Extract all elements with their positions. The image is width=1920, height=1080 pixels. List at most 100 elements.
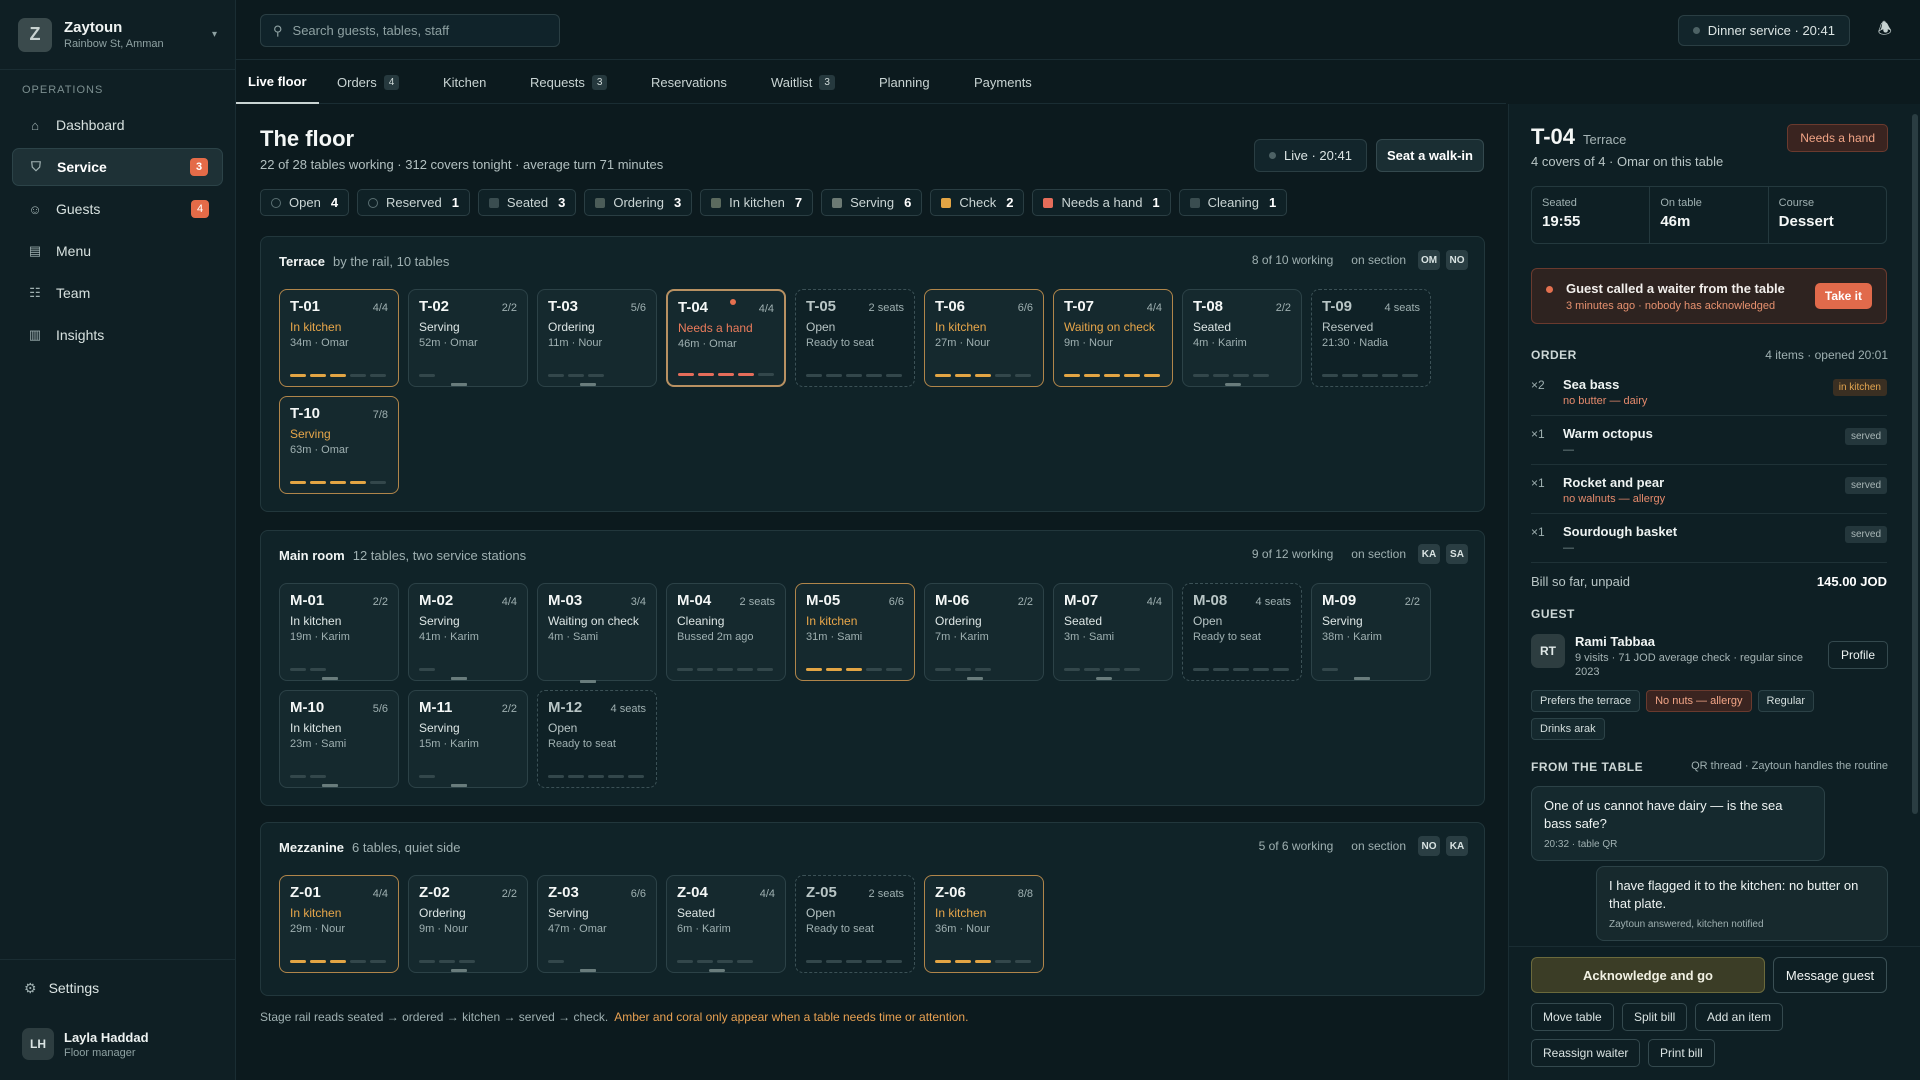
acknowledge-button[interactable]: Acknowledge and go (1531, 957, 1765, 993)
bell-icon[interactable]: 🕭 (1878, 18, 1892, 45)
sidebar-item-service[interactable]: ⛉ Service 3 (12, 148, 223, 186)
tab-label: Waitlist (771, 74, 813, 90)
filter-in-kitchen[interactable]: In kitchen 7 (700, 189, 814, 216)
table-status: Ordering (419, 906, 466, 920)
order-item[interactable]: ×1 Rocket and pear no walnuts — allergy ser… (1531, 466, 1887, 514)
filter-reserved[interactable]: Reserved 1 (357, 189, 470, 216)
waiter-initials[interactable]: KA (1418, 544, 1440, 564)
table-card-z-02[interactable]: Z-02 2/2 Ordering 9m · Nour (408, 875, 528, 973)
tab-planning[interactable]: Planning (867, 60, 942, 104)
table-meta: 7m · Karim (935, 631, 989, 643)
take-it-button[interactable]: Take it (1814, 283, 1872, 309)
waiter-initials[interactable]: OM (1418, 250, 1440, 270)
table-card-m-06[interactable]: M-06 2/2 Ordering 7m · Karim (924, 583, 1044, 681)
table-card-t-04[interactable]: T-04 4/4 Needs a hand 46m · Omar (666, 289, 786, 387)
order-item[interactable]: ×1 Sourdough basket — served (1531, 515, 1887, 563)
table-card-t-01[interactable]: T-01 4/4 In kitchen 34m · Omar (279, 289, 399, 387)
stage-segment (826, 668, 842, 671)
stage-segment (310, 481, 326, 484)
split-bill-button[interactable]: Split bill (1622, 1003, 1688, 1031)
waiter-initials[interactable]: NO (1446, 250, 1468, 270)
section-heading: Terrace by the rail, 10 tables (279, 254, 449, 269)
table-card-t-10[interactable]: T-10 7/8 Serving 63m · Omar (279, 396, 399, 494)
waiter-initials[interactable]: NO (1418, 836, 1440, 856)
stage-segment (1402, 374, 1418, 377)
stage-rail (290, 481, 386, 484)
table-card-m-04[interactable]: M-04 2 seats Cleaning Bussed 2m ago (666, 583, 786, 681)
move-table-button[interactable]: Move table (1531, 1003, 1614, 1031)
venue-switcher[interactable]: Z Zaytoun Rainbow St, Amman ▾ (0, 0, 235, 70)
filter-serving[interactable]: Serving 6 (821, 189, 923, 216)
table-card-z-06[interactable]: Z-06 8/8 In kitchen 36m · Nour (924, 875, 1044, 973)
table-card-t-06[interactable]: T-06 6/6 In kitchen 27m · Nour (924, 289, 1044, 387)
table-card-t-09[interactable]: T-09 4 seats Reserved 21:30 · Nadia (1311, 289, 1431, 387)
table-card-t-07[interactable]: T-07 4/4 Waiting on check 9m · Nour (1053, 289, 1173, 387)
table-card-m-09[interactable]: M-09 2/2 Serving 38m · Karim (1311, 583, 1431, 681)
panel-table-code: T-04 Terrace (1531, 124, 1626, 150)
chart-icon: ▥ (28, 327, 42, 342)
table-card-t-05[interactable]: T-05 2 seats Open Ready to seat (795, 289, 915, 387)
sidebar-item-dashboard[interactable]: ⌂ Dashboard (12, 106, 223, 144)
item-status-badge: served (1844, 526, 1887, 543)
table-card-m-05[interactable]: M-05 6/6 In kitchen 31m · Sami (795, 583, 915, 681)
table-card-t-03[interactable]: T-03 5/6 Ordering 11m · Nour (537, 289, 657, 387)
table-card-z-01[interactable]: Z-01 4/4 In kitchen 29m · Nour (279, 875, 399, 973)
table-card-m-02[interactable]: M-02 4/4 Serving 41m · Karim (408, 583, 528, 681)
stage-segment (1084, 668, 1100, 671)
seat-walk-in-button[interactable]: Seat a walk-in (1376, 139, 1484, 172)
order-item[interactable]: ×2 Sea bass no butter — dairy in kitchen (1531, 368, 1887, 416)
table-card-z-04[interactable]: Z-04 4/4 Seated 6m · Karim (666, 875, 786, 973)
table-status: Open (806, 320, 836, 334)
filter-open[interactable]: Open 4 (260, 189, 350, 216)
tab-requests[interactable]: Requests 3 (518, 60, 619, 104)
settings-label: Settings (48, 980, 100, 996)
filter-needs-a-hand[interactable]: Needs a hand 1 (1032, 189, 1171, 216)
print-bill-button[interactable]: Print bill (1648, 1039, 1715, 1067)
settings-link[interactable]: ⚙ Settings (0, 960, 236, 1016)
sidebar-item-menu[interactable]: ▤ Menu (12, 232, 223, 270)
waiter-initials[interactable]: SA (1446, 544, 1468, 564)
search-input[interactable]: ⚲ Search guests, tables, staff (260, 14, 560, 47)
add-an-item-button[interactable]: Add an item (1695, 1003, 1784, 1031)
table-card-m-12[interactable]: M-12 4 seats Open Ready to seat (537, 690, 657, 788)
sidebar-item-guests[interactable]: ☺ Guests 4 (12, 190, 223, 228)
message-guest-button[interactable]: Message guest (1773, 957, 1887, 993)
stage-segment (310, 775, 326, 778)
table-card-m-08[interactable]: M-08 4 seats Open Ready to seat (1182, 583, 1302, 681)
filter-label: Seated (506, 195, 549, 210)
service-status[interactable]: Dinner service · 20:41 (1677, 15, 1850, 46)
filter-check[interactable]: Check 2 (930, 189, 1025, 216)
sidebar-item-team[interactable]: ☷ Team (12, 274, 223, 312)
sidebar-item-insights[interactable]: ▥ Insights (12, 316, 223, 354)
status-swatch (595, 197, 606, 208)
table-card-m-11[interactable]: M-11 2/2 Serving 15m · Karim (408, 690, 528, 788)
from-table-meta: QR thread · Zaytoun handles the routine (1691, 760, 1888, 772)
table-card-m-07[interactable]: M-07 4/4 Seated 3m · Sami (1053, 583, 1173, 681)
table-card-m-01[interactable]: M-01 2/2 In kitchen 19m · Karim (279, 583, 399, 681)
waiter-initials[interactable]: KA (1446, 836, 1468, 856)
profile-button[interactable]: Profile (1827, 641, 1888, 669)
filter-cleaning[interactable]: Cleaning 1 (1178, 189, 1288, 216)
tab-kitchen[interactable]: Kitchen (431, 60, 498, 104)
tab-payments[interactable]: Payments (962, 60, 1044, 104)
table-card-z-05[interactable]: Z-05 2 seats Open Ready to seat (795, 875, 915, 973)
current-user[interactable]: LH Layla Haddad Floor manager (0, 1016, 236, 1080)
order-item[interactable]: ×1 Warm octopus — served (1531, 417, 1887, 465)
filter-ordering[interactable]: Ordering 3 (584, 189, 693, 216)
stage-segment (678, 373, 694, 376)
tab-orders[interactable]: Orders 4 (325, 60, 411, 104)
stage-segment (310, 374, 326, 377)
tab-waitlist[interactable]: Waitlist 3 (759, 60, 847, 104)
reassign-waiter-button[interactable]: Reassign waiter (1531, 1039, 1641, 1067)
table-card-t-02[interactable]: T-02 2/2 Serving 52m · Omar (408, 289, 528, 387)
filter-seated[interactable]: Seated 3 (477, 189, 577, 216)
tab-reservations[interactable]: Reservations (639, 60, 739, 104)
table-card-m-03[interactable]: M-03 3/4 Waiting on check 4m · Sami (537, 583, 657, 683)
sidebar-item-label: Insights (56, 327, 105, 343)
table-capacity: 4/4 (501, 596, 517, 608)
tab-live-floor[interactable]: Live floor (236, 60, 319, 104)
table-card-t-08[interactable]: T-08 2/2 Seated 4m · Karim (1182, 289, 1302, 387)
table-card-z-03[interactable]: Z-03 6/6 Serving 47m · Omar (537, 875, 657, 973)
table-card-m-10[interactable]: M-10 5/6 In kitchen 23m · Sami (279, 690, 399, 788)
panel-scrollbar[interactable] (1912, 114, 1918, 814)
